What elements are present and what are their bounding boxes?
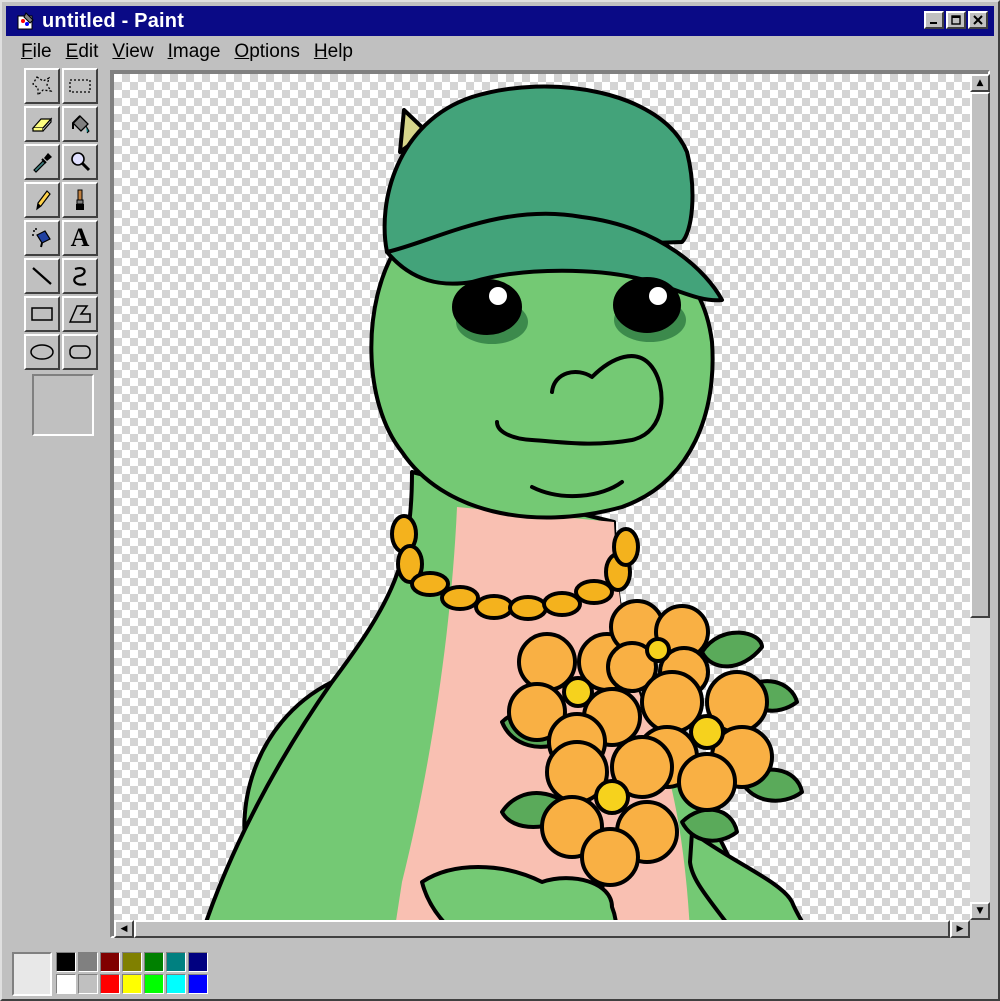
menu-image-rest: mage: [172, 41, 221, 62]
color-swatch[interactable]: [78, 952, 98, 972]
horizontal-scroll-thumb[interactable]: [134, 920, 950, 938]
menu-options-key: O: [234, 41, 250, 62]
color-swatch[interactable]: [166, 974, 186, 994]
toolbox: A: [24, 68, 102, 370]
color-swatch[interactable]: [188, 952, 208, 972]
ellipse-icon: [30, 344, 54, 360]
scroll-down-button[interactable]: ▼: [970, 902, 990, 920]
menu-file-rest: ile: [32, 41, 52, 62]
vertical-scroll-thumb[interactable]: [970, 92, 990, 618]
vertical-scrollbar[interactable]: ▲ ▼: [970, 74, 990, 920]
color-swatch[interactable]: [100, 952, 120, 972]
left-eye: [452, 279, 522, 335]
rectangle-icon: [31, 307, 53, 321]
arrow-up-icon: ▲: [976, 78, 984, 88]
menu-image[interactable]: Image: [153, 41, 229, 63]
line-icon: [32, 267, 52, 285]
scroll-right-button[interactable]: ▶: [950, 920, 970, 938]
color-swatch[interactable]: [78, 974, 98, 994]
minimize-button[interactable]: [924, 11, 944, 29]
rectangle-tool[interactable]: [24, 296, 60, 332]
minimize-icon: [930, 22, 937, 24]
color-swatch[interactable]: [56, 952, 76, 972]
eyedropper-icon: [33, 153, 52, 173]
menu-view-key: V: [112, 41, 126, 62]
paint-window: untitled - Paint File Edit View Image Op…: [0, 0, 1000, 1001]
fill-with-color-tool[interactable]: [62, 106, 98, 142]
arrow-down-icon: ▼: [976, 906, 984, 916]
select-icon: [69, 79, 91, 93]
magnifier-icon: [71, 152, 91, 172]
current-colors-box[interactable]: [12, 952, 52, 996]
scroll-up-button[interactable]: ▲: [970, 74, 990, 92]
color-swatch[interactable]: [122, 952, 142, 972]
select-tool[interactable]: [62, 68, 98, 104]
pick-color-tool[interactable]: [24, 144, 60, 180]
line-tool[interactable]: [24, 258, 60, 294]
color-swatch[interactable]: [166, 952, 186, 972]
right-eye: [613, 277, 681, 333]
color-swatch[interactable]: [144, 974, 164, 994]
curve-tool[interactable]: [62, 258, 98, 294]
menu-help-rest: elp: [327, 41, 353, 62]
menu-help[interactable]: Help: [299, 41, 361, 63]
curve-icon: [73, 267, 87, 286]
menu-options[interactable]: Options: [219, 41, 307, 63]
pencil-icon: [36, 190, 51, 211]
tool-options-box[interactable]: [32, 374, 94, 436]
airbrush-tool[interactable]: [24, 220, 60, 256]
maximize-button[interactable]: [946, 11, 966, 29]
color-swatch[interactable]: [144, 952, 164, 972]
close-icon: [973, 15, 983, 25]
rounded-rectangle-icon: [69, 345, 91, 359]
maximize-icon: [951, 15, 961, 25]
menu-options-rest: ptions: [249, 41, 300, 62]
free-form-select-tool[interactable]: [24, 68, 60, 104]
free-form-select-icon: [32, 76, 53, 97]
palette-swatches: [56, 952, 208, 994]
color-swatch[interactable]: [188, 974, 208, 994]
drawing-canvas[interactable]: [114, 74, 970, 920]
eraser-icon: [31, 117, 53, 132]
ellipse-tool[interactable]: [24, 334, 60, 370]
text-tool[interactable]: A: [62, 220, 98, 256]
window-title: untitled - Paint: [42, 9, 185, 32]
menu-file-key: F: [21, 41, 33, 62]
brush-tool[interactable]: [62, 182, 98, 218]
rounded-rectangle-tool[interactable]: [62, 334, 98, 370]
polygon-icon: [68, 305, 91, 323]
arrow-left-icon: ◀: [120, 924, 128, 934]
polygon-tool[interactable]: [62, 296, 98, 332]
scroll-corner: [970, 920, 990, 938]
pencil-tool[interactable]: [24, 182, 60, 218]
close-button[interactable]: [968, 11, 988, 29]
dinosaur-drawing: [204, 84, 804, 920]
menu-view-rest: iew: [125, 41, 154, 62]
scroll-left-button[interactable]: ◀: [114, 920, 134, 938]
horizontal-scrollbar[interactable]: ◀ ▶: [114, 920, 970, 938]
paint-app-icon[interactable]: [16, 11, 36, 31]
menu-help-key: H: [313, 41, 328, 62]
menu-edit-key: E: [65, 41, 79, 62]
menu-bar: File Edit View Image Options Help: [6, 38, 353, 66]
color-swatch[interactable]: [56, 974, 76, 994]
menu-edit-rest: dit: [78, 41, 99, 62]
title-bar[interactable]: untitled - Paint: [6, 6, 994, 36]
magnifier-tool[interactable]: [62, 144, 98, 180]
color-swatch[interactable]: [122, 974, 142, 994]
arrow-right-icon: ▶: [956, 924, 964, 934]
color-swatch[interactable]: [100, 974, 120, 994]
airbrush-icon: [32, 228, 51, 248]
brush-icon: [76, 189, 84, 210]
eraser-tool[interactable]: [24, 106, 60, 142]
fill-bucket-icon: [72, 115, 90, 134]
text-tool-glyph: A: [70, 223, 90, 252]
